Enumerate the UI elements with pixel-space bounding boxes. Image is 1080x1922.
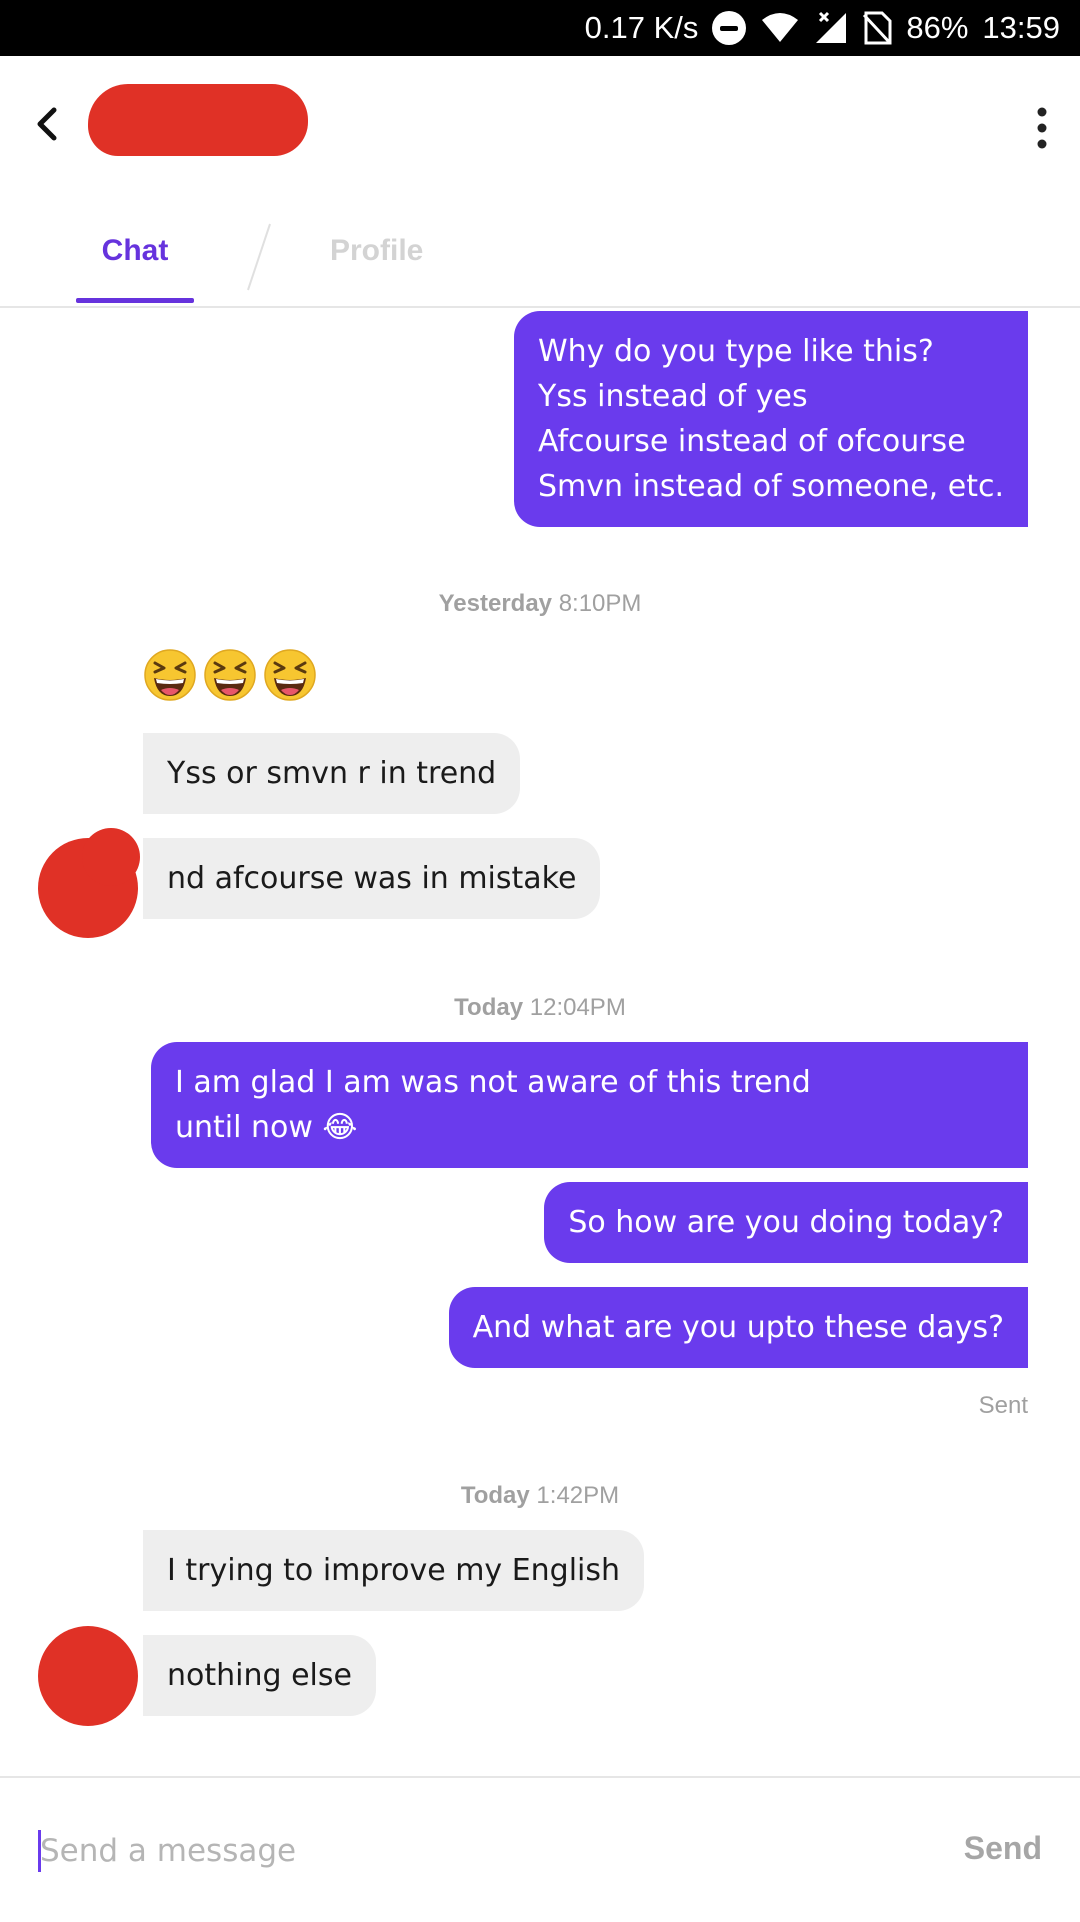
grinning-squinting-face-icon xyxy=(144,649,196,701)
more-options-icon[interactable] xyxy=(1030,104,1054,152)
incoming-message[interactable]: Yss or smvn r in trend xyxy=(143,733,521,814)
timestamp-day: Today xyxy=(454,994,524,1021)
incoming-emoji-message[interactable] xyxy=(143,648,317,702)
timestamp-day: Today xyxy=(460,1482,530,1509)
text-cursor xyxy=(38,1830,41,1872)
timestamp-time: 12:04PM xyxy=(529,994,626,1021)
battery-level: 86% xyxy=(906,10,969,45)
incoming-message[interactable]: nothing else xyxy=(143,1635,376,1716)
timestamp-divider: Today 1:42PM xyxy=(0,1482,1080,1510)
incoming-message[interactable]: nd afcourse was in mistake xyxy=(143,838,601,919)
tab-chat[interactable]: Chat xyxy=(76,234,194,268)
outgoing-message[interactable]: I am glad I am was not aware of this tre… xyxy=(151,1042,1028,1168)
message-composer: Send xyxy=(0,1776,1080,1922)
cell-signal-icon xyxy=(814,11,848,45)
contact-avatar-redacted-overlay xyxy=(82,828,140,886)
timestamp-day: Yesterday xyxy=(438,590,553,617)
contact-avatar-redacted[interactable] xyxy=(38,1626,138,1726)
timestamp-divider: Today 12:04PM xyxy=(0,994,1080,1022)
grinning-squinting-face-icon xyxy=(204,649,256,701)
outgoing-message[interactable]: So how are you doing today? xyxy=(544,1182,1028,1263)
timestamp-time: 1:42PM xyxy=(536,1482,620,1509)
clock: 13:59 xyxy=(982,10,1060,45)
chat-header: Chat Profile xyxy=(0,56,1080,308)
tab-divider xyxy=(244,222,271,292)
no-sim-icon xyxy=(862,11,892,45)
contact-name-redacted[interactable] xyxy=(88,84,308,156)
back-arrow-icon[interactable] xyxy=(28,104,68,144)
tab-profile[interactable]: Profile xyxy=(330,234,423,268)
send-button[interactable]: Send xyxy=(964,1830,1042,1867)
outgoing-message[interactable]: Why do you type like this? Yss instead o… xyxy=(514,311,1028,527)
network-speed: 0.17 K/s xyxy=(584,10,699,45)
status-bar: 0.17 K/s 86% 13:59 xyxy=(0,0,1080,56)
timestamp-time: 8:10PM xyxy=(558,590,642,617)
message-input[interactable] xyxy=(38,1820,862,1882)
timestamp-divider: Yesterday 8:10PM xyxy=(0,590,1080,618)
delivery-status: Sent xyxy=(978,1392,1028,1419)
incoming-message[interactable]: I trying to improve my English xyxy=(143,1530,645,1611)
wifi-icon xyxy=(760,12,800,44)
do-not-disturb-icon xyxy=(712,11,747,45)
grinning-squinting-face-icon xyxy=(264,649,316,701)
active-tab-indicator xyxy=(76,298,194,303)
outgoing-message[interactable]: And what are you upto these days? xyxy=(448,1287,1028,1368)
